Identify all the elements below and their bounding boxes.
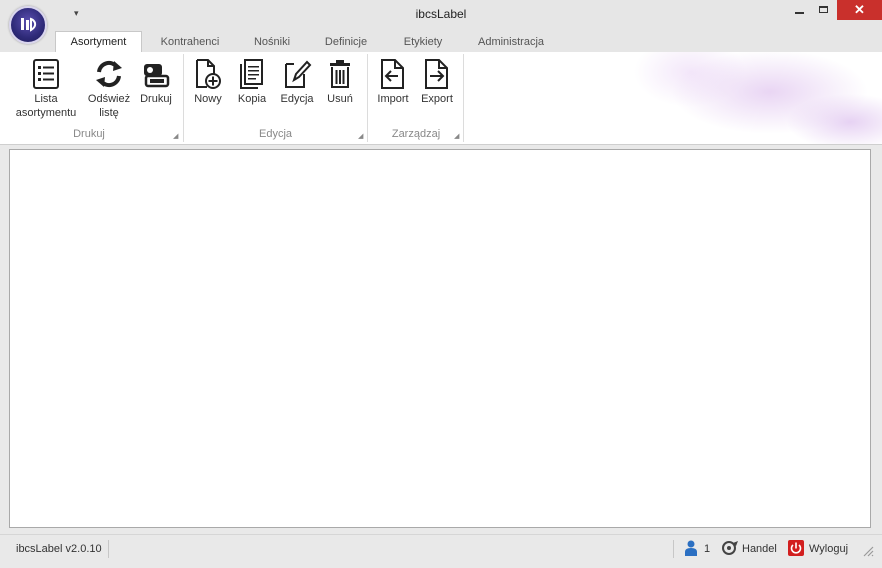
- status-separator: [673, 540, 674, 558]
- button-label: Lista: [34, 93, 58, 105]
- department-icon: [722, 541, 738, 555]
- user-count: 1: [704, 543, 711, 555]
- maximize-button[interactable]: [812, 0, 836, 20]
- main-content-area[interactable]: [9, 149, 871, 528]
- app-version: ibcsLabel v2.0.10: [16, 543, 102, 555]
- button-label: Odśwież: [87, 93, 131, 105]
- minimize-icon: [795, 12, 804, 14]
- edit-document-icon: [285, 60, 312, 88]
- tab-asortyment[interactable]: Asortyment: [55, 31, 142, 54]
- button-label: Import: [377, 93, 409, 105]
- tab-etykiety[interactable]: Etykiety: [388, 32, 458, 52]
- label-printer-icon: [144, 64, 170, 88]
- user-icon: [685, 540, 697, 556]
- department-label[interactable]: Handel: [742, 543, 777, 555]
- ribbon-panel: Lista asortymentu Odśwież listę Drukuj D…: [0, 52, 882, 145]
- status-bar: ibcsLabel v2.0.10 1 Handel Wyloguj: [0, 534, 882, 568]
- status-separator: [108, 540, 109, 558]
- tab-administracja[interactable]: Administracja: [468, 32, 554, 52]
- tab-definicje[interactable]: Definicje: [314, 32, 378, 52]
- group-launcher-icon[interactable]: ◢: [454, 132, 459, 140]
- copy-document-icon: [240, 59, 263, 89]
- trash-icon: [330, 60, 350, 88]
- new-document-icon: [196, 59, 221, 89]
- drukuj-button[interactable]: Drukuj: [136, 58, 176, 106]
- lista-asortymentu-button[interactable]: Lista asortymentu: [12, 58, 80, 120]
- button-label: asortymentu: [15, 107, 77, 119]
- button-label: Export: [421, 93, 453, 105]
- button-label: Edycja: [280, 93, 314, 105]
- button-label: Drukuj: [140, 93, 172, 105]
- group-launcher-icon[interactable]: ◢: [173, 132, 178, 140]
- import-icon: [381, 59, 404, 89]
- resize-grip-icon[interactable]: [862, 545, 874, 557]
- list-icon: [33, 59, 59, 89]
- button-label: Kopia: [237, 93, 267, 105]
- usun-button[interactable]: Usuń: [322, 58, 358, 106]
- button-label: Nowy: [194, 93, 222, 105]
- window-title: ibcsLabel: [415, 7, 467, 21]
- group-label-zarzadzaj: Zarządzaj: [391, 128, 441, 140]
- group-label-edycja: Edycja: [258, 128, 293, 140]
- power-icon: [788, 540, 804, 556]
- button-label: Usuń: [327, 93, 353, 105]
- group-separator: [463, 54, 464, 142]
- logout-button[interactable]: Wyloguj: [788, 539, 850, 561]
- ribbon-tabs: Asortyment Kontrahenci Nośniki Definicje…: [0, 30, 882, 54]
- close-icon: ✕: [854, 2, 865, 17]
- button-label: listę: [99, 107, 119, 119]
- close-button[interactable]: ✕: [837, 0, 882, 20]
- app-logo-icon: [21, 17, 37, 32]
- import-button[interactable]: Import: [373, 58, 413, 106]
- ribbon-background-decoration: [600, 52, 882, 144]
- application-menu-button[interactable]: [9, 6, 47, 44]
- group-label-drukuj: Drukuj: [73, 128, 105, 140]
- logout-label: Wyloguj: [809, 543, 849, 555]
- odswiez-liste-button[interactable]: Odśwież listę: [84, 58, 134, 120]
- edycja-button[interactable]: Edycja: [278, 58, 316, 106]
- tab-nosniki[interactable]: Nośniki: [240, 32, 304, 52]
- maximize-icon: [819, 6, 828, 13]
- group-launcher-icon[interactable]: ◢: [358, 132, 363, 140]
- title-bar: ▾ ibcsLabel ✕: [0, 0, 882, 30]
- export-icon: [425, 59, 448, 89]
- tab-kontrahenci[interactable]: Kontrahenci: [150, 32, 230, 52]
- nowy-button[interactable]: Nowy: [190, 58, 226, 106]
- refresh-icon: [96, 60, 122, 88]
- minimize-button[interactable]: [787, 0, 812, 20]
- kopia-button[interactable]: Kopia: [234, 58, 270, 106]
- export-button[interactable]: Export: [417, 58, 457, 106]
